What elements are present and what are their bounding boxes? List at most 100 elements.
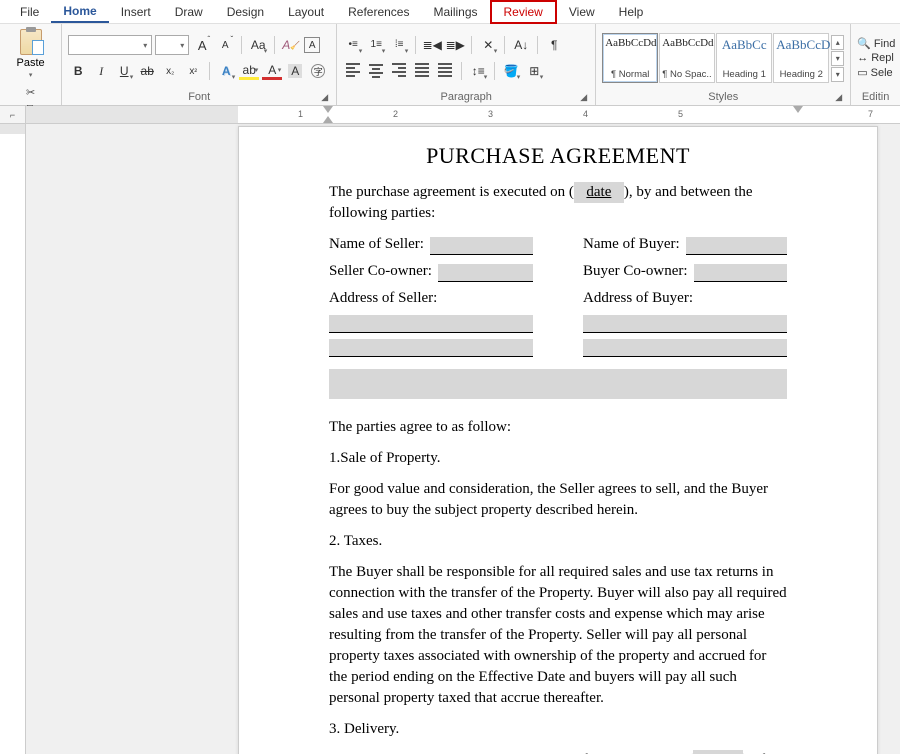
section-3-body[interactable]: Buyer will be entitled to take possessio… [329,750,787,754]
section-2-body[interactable]: The Buyer shall be responsible for all r… [329,562,787,709]
ribbon: Paste ▾ ✂ ⧉ 🖌 Clipboard◢ ▾ ▾ Aˆ Aˇ Aa A🧹 [0,24,900,106]
enclose-char-button[interactable]: 字 [308,61,328,81]
superscript-button[interactable]: x [183,61,203,81]
font-group-label: Font [188,91,210,103]
strikethrough-button[interactable]: ab [137,61,157,81]
select-button[interactable]: ▭Sele [857,66,894,79]
tab-insert[interactable]: Insert [109,2,163,22]
bullets-button[interactable]: •≡ [343,35,363,55]
sort-button[interactable]: A↓ [511,35,531,55]
paste-button[interactable]: Paste ▾ [13,26,49,82]
doc-intro[interactable]: The purchase agreement is executed on ( … [329,182,787,224]
bold-button[interactable]: B [68,61,88,81]
gray-block[interactable] [329,369,787,399]
increase-font-button[interactable]: Aˆ [192,35,212,55]
doc-title[interactable]: PURCHASE AGREEMENT [329,141,787,172]
tab-home[interactable]: Home [51,1,108,23]
styles-gallery[interactable]: AaBbCcDd ¶ Normal AaBbCcDd ¶ No Spac... … [602,33,844,83]
styles-more[interactable]: ▾ [831,67,844,82]
char-shading-button[interactable]: A [285,61,305,81]
buyer-name-label[interactable]: Name of Buyer: [583,234,680,255]
borders-button[interactable]: ⊞ [524,61,544,81]
delivery-date-field[interactable]: date [693,750,743,754]
seller-name-field[interactable] [430,237,533,255]
replace-button[interactable]: ↔Repl [857,52,894,64]
styles-group-label: Styles [708,91,738,103]
align-left-button[interactable] [343,61,363,81]
character-border-button[interactable]: A [304,37,320,53]
section-2-heading[interactable]: 2. Taxes. [329,531,787,552]
font-color-button[interactable]: A [262,62,282,80]
workspace: ⌐ 1 2 3 4 5 7 PURCHASE AGREEMENT The pur… [0,106,900,754]
font-name-combo[interactable]: ▾ [68,35,152,55]
tab-references[interactable]: References [336,2,421,22]
style-normal[interactable]: AaBbCcDd ¶ Normal [602,33,658,83]
numbering-button[interactable]: 1≡ [366,35,386,55]
buyer-addr-line2[interactable] [583,339,787,357]
tab-layout[interactable]: Layout [276,2,336,22]
seller-addr-label[interactable]: Address of Seller: [329,290,437,306]
seller-addr-line1[interactable] [329,315,533,333]
clear-formatting-button[interactable]: A🧹 [281,35,301,55]
first-line-indent-marker[interactable] [323,106,333,113]
asian-layout-button[interactable]: ✕ [478,35,498,55]
increase-indent-button[interactable]: ≣▶ [445,35,465,55]
highlight-button[interactable]: ab [239,62,259,80]
tab-design[interactable]: Design [215,2,276,22]
buyer-addr-line1[interactable] [583,315,787,333]
text-effects-button[interactable]: A [216,61,236,81]
decrease-indent-button[interactable]: ≣◀ [422,35,442,55]
distributed-button[interactable] [435,61,455,81]
agree-line[interactable]: The parties agree to as follow: [329,417,787,438]
line-spacing-button[interactable]: ↕≡ [468,61,488,81]
buyer-name-field[interactable] [686,237,787,255]
styles-scroll-up[interactable]: ▴ [831,35,844,50]
justify-button[interactable] [412,61,432,81]
italic-button[interactable]: I [91,61,111,81]
paste-label: Paste [17,57,45,69]
align-right-button[interactable] [389,61,409,81]
vertical-ruler[interactable] [0,124,26,754]
buyer-co-field[interactable] [694,264,787,282]
font-launcher[interactable]: ◢ [321,92,328,103]
paragraph-launcher[interactable]: ◢ [580,92,587,103]
buyer-co-label[interactable]: Buyer Co-owner: [583,261,688,282]
font-size-combo[interactable]: ▾ [155,35,189,55]
style-heading1[interactable]: AaBbCc Heading 1 [716,33,772,83]
tab-help[interactable]: Help [607,2,656,22]
subscript-button[interactable]: x [160,61,180,81]
section-1-body[interactable]: For good value and consideration, the Se… [329,479,787,521]
style-heading2[interactable]: AaBbCcD Heading 2 [773,33,829,83]
tab-draw[interactable]: Draw [163,2,215,22]
find-button[interactable]: 🔍Find [857,37,894,50]
seller-co-field[interactable] [438,264,533,282]
styles-launcher[interactable]: ◢ [835,92,842,103]
section-3-heading[interactable]: 3. Delivery. [329,719,787,740]
section-1-heading[interactable]: 1.Sale of Property. [329,448,787,469]
document-page[interactable]: PURCHASE AGREEMENT The purchase agreemen… [238,126,878,754]
right-indent-marker[interactable] [793,106,803,113]
select-icon: ▭ [857,66,867,79]
show-marks-button[interactable]: ¶ [544,35,564,55]
seller-name-label[interactable]: Name of Seller: [329,234,424,255]
hanging-indent-marker[interactable] [323,116,333,123]
tab-view[interactable]: View [557,2,607,22]
underline-button[interactable]: U [114,61,134,81]
cut-icon[interactable]: ✂ [24,85,38,99]
shading-button[interactable]: 🪣 [501,61,521,81]
tab-file[interactable]: File [8,2,51,22]
tab-mailings[interactable]: Mailings [421,2,489,22]
decrease-font-button[interactable]: Aˇ [215,35,235,55]
tab-review[interactable]: Review [490,0,557,24]
styles-scroll-down[interactable]: ▾ [831,51,844,66]
buyer-addr-label[interactable]: Address of Buyer: [583,290,693,306]
align-center-button[interactable] [366,61,386,81]
date-field[interactable]: date [574,182,624,203]
style-no-spacing[interactable]: AaBbCcDd ¶ No Spac... [659,33,715,83]
change-case-button[interactable]: Aa [248,35,268,55]
seller-addr-line2[interactable] [329,339,533,357]
ruler-corner[interactable]: ⌐ [0,106,26,124]
horizontal-ruler[interactable]: 1 2 3 4 5 7 [26,106,900,124]
seller-co-label[interactable]: Seller Co-owner: [329,261,432,282]
multilevel-button[interactable]: ⁞≡ [389,35,409,55]
